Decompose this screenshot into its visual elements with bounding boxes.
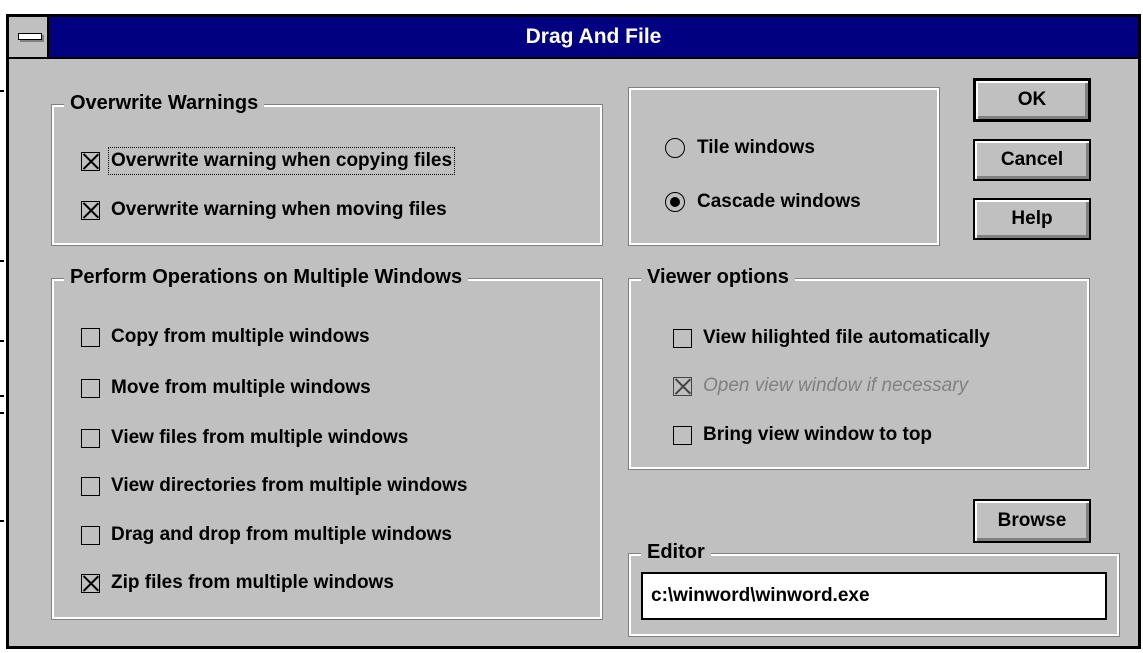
view-hilighted-checkbox[interactable]: View hilighted file automatically: [673, 327, 990, 349]
view-dirs-multi-checkbox[interactable]: View directories from multiple windows: [81, 475, 468, 497]
copy-multi-checkbox[interactable]: Copy from multiple windows: [81, 326, 370, 348]
system-menu-icon: [18, 33, 42, 40]
overwrite-copy-checkbox[interactable]: Overwrite warning when copying files: [81, 147, 456, 175]
overwrite-warnings-legend: Overwrite Warnings: [64, 92, 265, 115]
radio-empty-icon: [665, 138, 685, 158]
checkbox-checked-icon: [81, 573, 100, 593]
dialog-window: Drag And File Overwrite Warnings Overwri…: [6, 14, 1141, 649]
checkbox-checked-icon: [81, 200, 100, 220]
checkbox-label: Copy from multiple windows: [111, 326, 370, 347]
system-menu-button[interactable]: [9, 17, 49, 57]
overwrite-move-checkbox[interactable]: Overwrite warning when moving files: [81, 199, 447, 221]
checkbox-label: Move from multiple windows: [111, 377, 371, 398]
checkbox-label: View files from multiple windows: [111, 427, 409, 448]
zip-multi-checkbox[interactable]: Zip files from multiple windows: [81, 572, 394, 594]
checkbox-label: Overwrite warning when moving files: [111, 199, 447, 220]
checkbox-empty-icon: [81, 476, 100, 496]
checkbox-label: Overwrite warning when copying files: [107, 147, 456, 175]
checkbox-label: Drag and drop from multiple windows: [111, 524, 452, 545]
window-title: Drag And File: [525, 25, 662, 48]
checkbox-empty-icon: [673, 328, 692, 348]
open-view-window-checkbox: Open view window if necessary: [673, 375, 968, 397]
radio-label: Tile windows: [697, 137, 815, 158]
checkbox-empty-icon: [81, 327, 100, 347]
viewer-options-legend: Viewer options: [641, 266, 795, 289]
bring-view-top-checkbox[interactable]: Bring view window to top: [673, 424, 932, 446]
checkbox-label: View hilighted file automatically: [703, 327, 990, 348]
view-files-multi-checkbox[interactable]: View files from multiple windows: [81, 427, 408, 449]
editor-legend: Editor: [641, 541, 711, 564]
move-multi-checkbox[interactable]: Move from multiple windows: [81, 377, 371, 399]
checkbox-label: Zip files from multiple windows: [111, 572, 394, 593]
checkbox-checked-icon: [673, 376, 692, 396]
window-layout-group: Tile windows Cascade windows: [628, 87, 940, 246]
checkbox-label: Open view window if necessary: [703, 375, 969, 396]
checkbox-empty-icon: [81, 428, 100, 448]
multiple-windows-group: Perform Operations on Multiple Windows C…: [51, 266, 603, 620]
cancel-button[interactable]: Cancel: [973, 139, 1091, 181]
tile-windows-radio[interactable]: Tile windows: [665, 137, 815, 159]
drag-drop-multi-checkbox[interactable]: Drag and drop from multiple windows: [81, 524, 452, 546]
checkbox-checked-icon: [81, 151, 100, 171]
overwrite-warnings-group: Overwrite Warnings Overwrite warning whe…: [51, 92, 603, 246]
checkbox-empty-icon: [81, 378, 100, 398]
ok-button[interactable]: OK: [973, 78, 1091, 122]
cascade-windows-radio[interactable]: Cascade windows: [665, 191, 861, 213]
radio-selected-icon: [665, 192, 685, 212]
editor-group: Editor c:\winword\winword.exe: [628, 541, 1120, 637]
checkbox-empty-icon: [673, 425, 692, 445]
title-bar: Drag And File: [9, 17, 1138, 59]
checkbox-empty-icon: [81, 525, 100, 545]
radio-label: Cascade windows: [697, 191, 861, 212]
viewer-options-group: Viewer options View hilighted file autom…: [628, 266, 1090, 470]
browse-button[interactable]: Browse: [973, 499, 1091, 543]
multiple-windows-legend: Perform Operations on Multiple Windows: [64, 266, 469, 289]
checkbox-label: Bring view window to top: [703, 424, 933, 445]
checkbox-label: View directories from multiple windows: [111, 475, 468, 496]
editor-path-input[interactable]: c:\winword\winword.exe: [641, 572, 1107, 620]
help-button[interactable]: Help: [973, 198, 1091, 240]
